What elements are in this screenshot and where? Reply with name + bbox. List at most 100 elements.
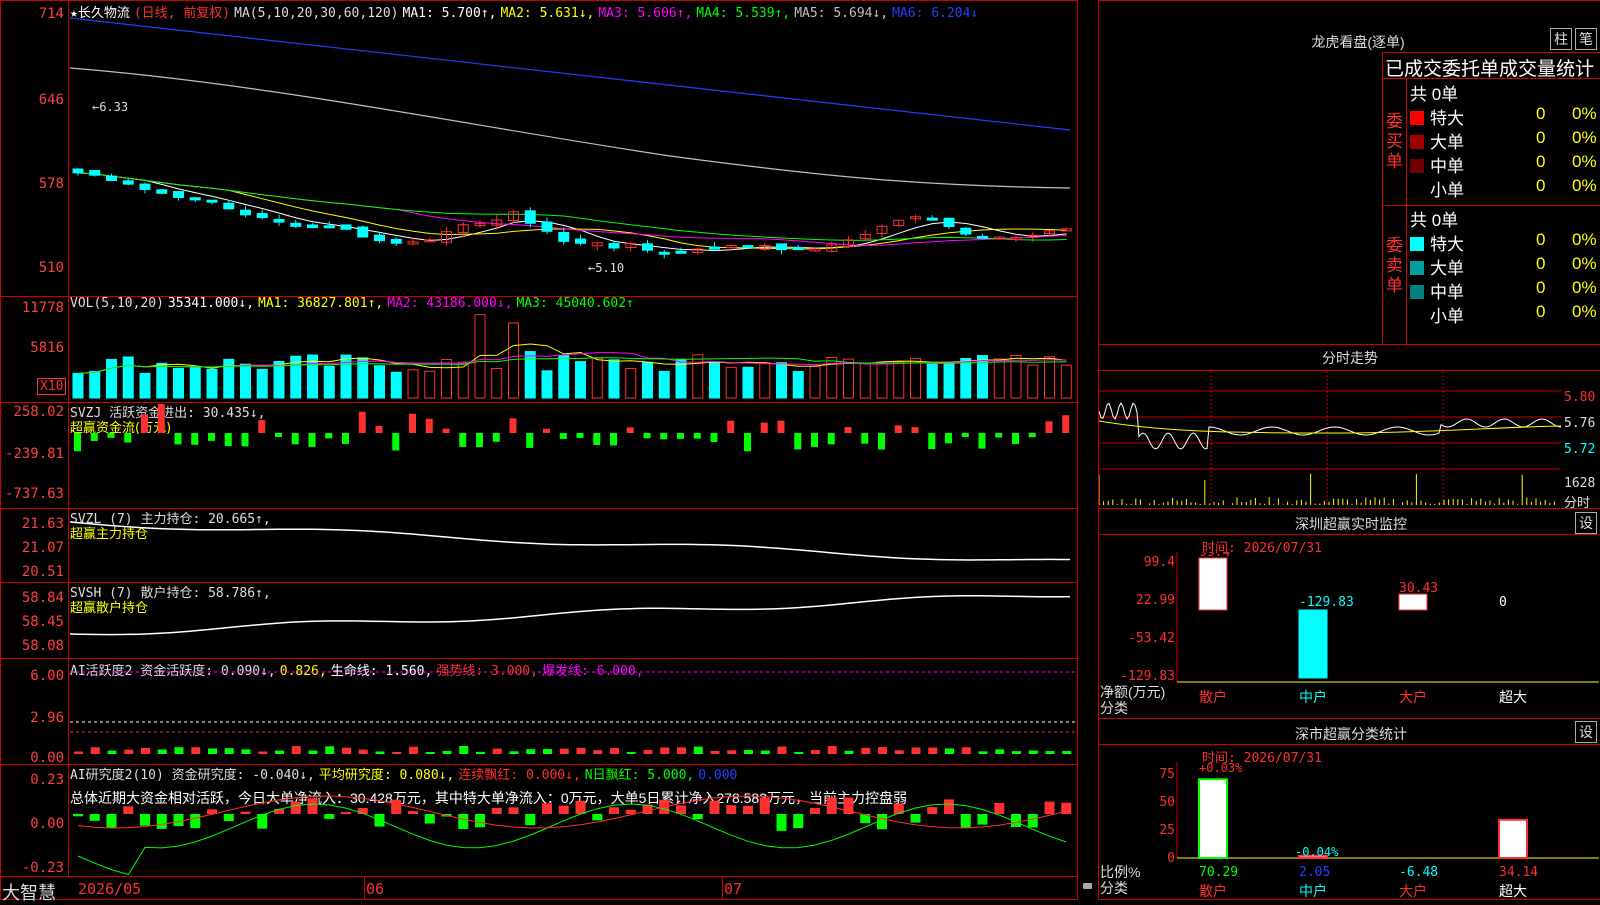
research-bar [525, 814, 536, 826]
candle [608, 243, 620, 249]
volume-bar [424, 370, 436, 399]
candle [943, 217, 955, 228]
stat-category: 小单 [1410, 176, 1464, 201]
panel-divider [0, 658, 1078, 659]
date-label: 07 [724, 880, 743, 898]
flow-bar [141, 414, 148, 433]
sz-settings-button[interactable]: 设 [1575, 512, 1597, 534]
research-bar [776, 814, 787, 831]
flow-bar [744, 433, 751, 452]
cls-mid-label: -0.04% [1295, 845, 1339, 859]
color-swatch [1410, 135, 1424, 149]
cls-category: 超大 [1499, 883, 1527, 899]
cls-category: 中户 [1299, 883, 1327, 899]
volume-chart[interactable] [70, 310, 1075, 400]
research-bar [1044, 801, 1055, 814]
flow-bar [928, 433, 936, 450]
ma-line [78, 172, 1067, 252]
low-price-mark: ←5.10 [588, 261, 625, 275]
stat-category: 大单 [1410, 128, 1464, 153]
candle [390, 238, 402, 244]
panel-divider [1098, 718, 1600, 719]
activity-bar [559, 748, 569, 754]
candle [256, 213, 268, 219]
flow-bar [861, 433, 869, 444]
cls-settings-button[interactable]: 设 [1575, 721, 1597, 743]
ai-activity-chart[interactable] [70, 660, 1075, 762]
tick-mode-button[interactable]: 笔 [1575, 28, 1597, 50]
volume-bar [876, 362, 888, 399]
lock-icon[interactable] [1083, 883, 1092, 889]
vol-legend: VOL(5,10,20) 35341.000↓, MA1: 36827.801↑, M… [70, 296, 634, 311]
research-bar [89, 814, 100, 821]
activity-bar [643, 750, 653, 754]
lhb-title: 龙虎看盘(逐单) [1311, 34, 1405, 50]
stat-category: 特大 [1410, 104, 1464, 129]
ai-research-chart[interactable] [70, 766, 1075, 876]
cls-bar [1498, 818, 1528, 859]
flow-bar [459, 433, 467, 447]
candlestick-chart[interactable] [70, 16, 1075, 294]
stat-divider [1406, 78, 1407, 344]
activity-bar [358, 749, 368, 754]
research-bar [692, 814, 703, 820]
activity-bar [375, 751, 385, 754]
stat-percent: 0% [1572, 302, 1597, 321]
research-bar [625, 809, 636, 814]
activity-bar [1062, 750, 1072, 754]
sz-net-bar-chart[interactable]: 99.422.99-53.42-129.8399.4散户-129.83中户30.… [1099, 552, 1599, 720]
activity-bar [275, 750, 284, 754]
candle [139, 183, 151, 190]
research-bar [424, 814, 435, 824]
stat-panel-border [1382, 52, 1383, 344]
candle [658, 251, 670, 255]
research-bar [542, 803, 552, 814]
main-force-holding-chart[interactable] [70, 510, 1075, 580]
vol-unit: X10 [37, 378, 67, 395]
candle [575, 238, 586, 244]
svsh-tick: 58.08 [21, 638, 64, 654]
stat-percent: 0% [1572, 230, 1597, 249]
stat-value: 0 [1536, 278, 1546, 297]
volume-bar [189, 366, 201, 399]
svsh-tick: 58.45 [21, 614, 64, 630]
research-bar [960, 814, 971, 829]
sz-ratio-bar-chart[interactable]: 75 50 25 0 70.29 散户 2.05 中户 -6.48 大户 34.14 超大 +0.03%… [1099, 762, 1599, 900]
candle [106, 175, 117, 182]
volume-bar [809, 365, 821, 399]
flow-bar [157, 404, 165, 433]
svzj-tick: -239.81 [4, 446, 64, 462]
activity-bar [191, 747, 201, 754]
activity-bar [827, 746, 837, 754]
activity-bar [459, 746, 469, 754]
cls-category: 大户 [1399, 883, 1427, 899]
activity-bar [576, 747, 586, 754]
volume-bar [859, 362, 871, 399]
ft-tick: 5.80 [1564, 390, 1596, 405]
bar-mode-button[interactable]: 柱 [1550, 28, 1572, 50]
activity-bar [509, 751, 519, 754]
category-label: 小单 [1430, 181, 1464, 200]
cls-value: -6.48 [1399, 865, 1438, 880]
sell-side-label: 委卖单 [1386, 236, 1403, 295]
holding-line [70, 521, 1070, 561]
activity-bar [861, 747, 871, 754]
flow-bar [978, 433, 986, 449]
cls-tick: 25 [1159, 823, 1175, 838]
flow-bar [1028, 433, 1036, 438]
flow-bar [643, 433, 651, 439]
retail-holding-chart[interactable] [70, 584, 1075, 656]
intraday-chart[interactable] [1099, 371, 1561, 505]
ai2-tick: 6.00 [30, 668, 64, 684]
sz-title: 深圳超赢实时监控 [1295, 516, 1407, 532]
cls-title: 深市超赢分类统计 [1295, 726, 1407, 742]
activity-bar [660, 747, 670, 754]
activity-bar [777, 746, 787, 754]
cls-value: 34.14 [1499, 865, 1538, 880]
capital-flow-chart[interactable] [70, 404, 1075, 506]
volume-bar [608, 359, 620, 399]
research-bar [223, 814, 234, 822]
flow-bar [258, 420, 266, 433]
candle [89, 170, 101, 176]
volume-bar [491, 367, 503, 399]
